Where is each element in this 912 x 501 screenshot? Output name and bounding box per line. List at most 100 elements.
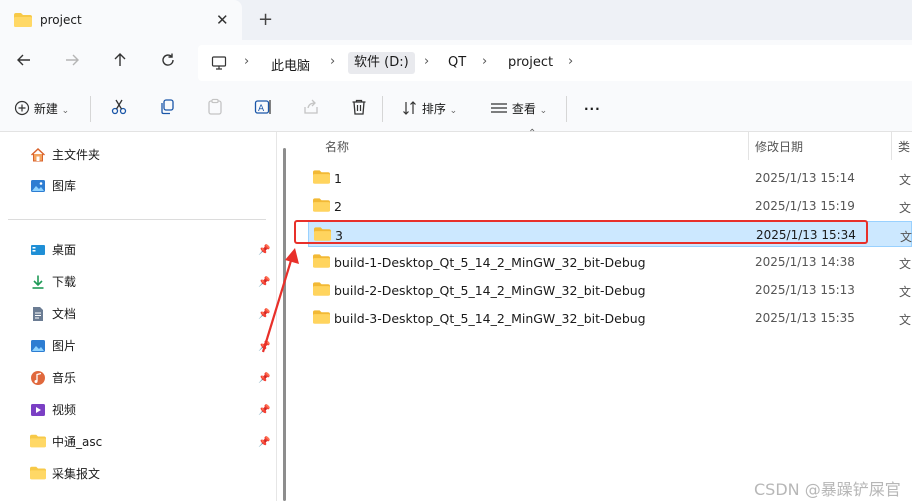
view-button[interactable]: 查看 ⌄ — [490, 98, 547, 120]
column-divider — [748, 132, 749, 160]
sidebar-item-label: 下载 — [52, 275, 77, 289]
share-button[interactable] — [302, 98, 320, 120]
gallery-icon — [30, 178, 46, 194]
file-row[interactable]: 2 2025/1/13 15:19 文 — [308, 193, 912, 219]
scissors-icon — [111, 99, 127, 115]
annotation-highlight-box — [294, 220, 868, 244]
share-icon — [304, 99, 318, 114]
command-bar: 新建 ⌄ A 排序 ⌄ 查看 ⌄ ··· — [0, 86, 912, 132]
folder-icon — [313, 254, 330, 271]
pin-icon[interactable]: 📌 — [258, 405, 270, 416]
file-row[interactable]: build-2-Desktop_Qt_5_14_2_MinGW_32_bit-D… — [308, 277, 912, 303]
sort-button-label: 排序 — [421, 102, 446, 116]
plus-circle-icon — [14, 100, 30, 116]
divider — [382, 96, 383, 122]
file-name: 1 — [334, 171, 342, 186]
file-row[interactable]: build-3-Desktop_Qt_5_14_2_MinGW_32_bit-D… — [308, 305, 912, 331]
video-icon — [30, 402, 46, 418]
sidebar-item-label: 音乐 — [52, 371, 77, 385]
sidebar-item-label: 中通_asc — [52, 435, 103, 449]
navigation-row: › 此电脑 › 软件 (D:) › QT › project › — [0, 40, 912, 86]
file-modified: 2025/1/13 15:13 — [755, 283, 855, 297]
chevron-right-icon[interactable]: › — [568, 54, 573, 69]
paste-button[interactable] — [206, 98, 224, 120]
file-name: 2 — [334, 199, 342, 214]
file-type: 文 — [899, 173, 912, 187]
file-modified: 2025/1/13 15:35 — [755, 311, 855, 325]
file-modified: 2025/1/13 15:19 — [755, 199, 855, 213]
chevron-down-icon: ⌄ — [449, 106, 458, 116]
folder-icon — [14, 13, 32, 30]
chevron-right-icon: › — [244, 54, 250, 69]
address-bar[interactable]: › 此电脑 › 软件 (D:) › QT › project › — [198, 45, 912, 81]
chevron-down-icon: ⌄ — [61, 106, 70, 116]
column-header-modified[interactable]: 修改日期 — [755, 138, 803, 155]
breadcrumb-project[interactable]: project — [508, 55, 553, 70]
folder-icon — [313, 198, 330, 215]
sort-button[interactable]: 排序 ⌄ — [402, 98, 457, 120]
file-name: build-2-Desktop_Qt_5_14_2_MinGW_32_bit-D… — [334, 283, 646, 298]
sort-ascending-icon: ⌃ — [528, 128, 537, 139]
refresh-button[interactable] — [156, 51, 180, 75]
arrow-up-icon — [114, 53, 126, 66]
navigation-pane: 主文件夹 图库 桌面 📌 下载 📌 文档 📌 图片 📌 音乐 📌 视频 📌 中通… — [0, 132, 276, 501]
copy-icon — [161, 99, 174, 115]
watermark: CSDN @暴躁铲屎官 — [754, 480, 901, 499]
file-name: build-3-Desktop_Qt_5_14_2_MinGW_32_bit-D… — [334, 311, 646, 326]
clipboard-icon — [208, 98, 222, 115]
tab-title: project — [40, 13, 82, 27]
pictures-icon — [30, 338, 46, 354]
arrow-left-icon — [17, 54, 30, 66]
file-modified: 2025/1/13 15:14 — [755, 171, 855, 185]
pin-icon[interactable]: 📌 — [258, 373, 270, 384]
column-header-type[interactable]: 类 — [898, 138, 910, 155]
chevron-down-icon: ⌄ — [539, 106, 548, 116]
breadcrumb-drive-d[interactable]: 软件 (D:) — [348, 52, 415, 74]
tab-project[interactable]: project ✕ — [0, 0, 242, 40]
view-lines-icon — [491, 103, 507, 113]
sidebar-divider — [8, 219, 266, 220]
back-button[interactable] — [12, 51, 36, 75]
breadcrumb-this-pc[interactable]: 此电脑 — [271, 55, 310, 74]
sidebar-item-label: 采集报文 — [52, 467, 101, 481]
home-icon — [30, 147, 46, 163]
sidebar-item-label: 图库 — [52, 179, 77, 193]
rename-icon: A — [254, 100, 271, 114]
view-button-label: 查看 — [511, 102, 536, 116]
close-tab-icon[interactable]: ✕ — [216, 12, 229, 28]
new-button[interactable]: 新建 ⌄ — [14, 98, 69, 120]
folder-icon — [313, 170, 330, 187]
music-icon — [30, 370, 46, 386]
file-row[interactable]: build-1-Desktop_Qt_5_14_2_MinGW_32_bit-D… — [308, 249, 912, 275]
file-type: 文 — [899, 257, 912, 271]
tab-bar: project ✕ + — [0, 0, 912, 40]
column-header-name[interactable]: 名称 — [325, 138, 349, 155]
up-button[interactable] — [108, 51, 132, 75]
forward-button[interactable] — [60, 51, 84, 75]
new-button-label: 新建 — [33, 102, 58, 116]
copy-button[interactable] — [158, 98, 176, 120]
delete-button[interactable] — [350, 98, 368, 120]
rename-button[interactable]: A — [254, 98, 272, 120]
cut-button[interactable] — [110, 98, 128, 120]
arrow-right-icon — [66, 54, 79, 66]
document-icon — [30, 306, 46, 322]
file-row[interactable]: 1 2025/1/13 15:14 文 — [308, 165, 912, 191]
breadcrumb-qt[interactable]: QT — [448, 55, 466, 70]
computer-icon — [211, 55, 227, 74]
new-tab-button[interactable]: + — [258, 10, 273, 30]
divider — [566, 96, 567, 122]
download-icon — [30, 274, 46, 290]
file-type: 文 — [899, 313, 912, 327]
folder-icon — [30, 466, 46, 482]
sidebar-item-label: 图片 — [52, 339, 77, 353]
pin-icon[interactable]: 📌 — [258, 437, 270, 448]
file-modified: 2025/1/13 14:38 — [755, 255, 855, 269]
sidebar-item-label: 视频 — [52, 403, 77, 417]
file-type: 文 — [899, 285, 912, 299]
svg-text:A: A — [258, 104, 265, 114]
more-options-button[interactable]: ··· — [584, 98, 601, 120]
desktop-icon — [30, 242, 46, 258]
chevron-right-icon: › — [424, 54, 430, 69]
trash-icon — [352, 99, 366, 115]
